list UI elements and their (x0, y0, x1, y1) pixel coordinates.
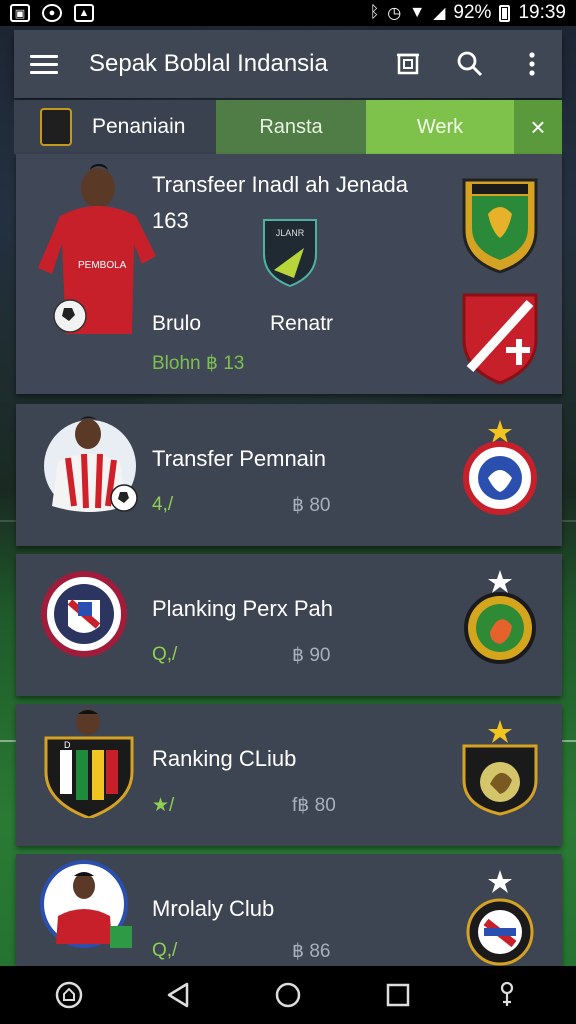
tab-home[interactable]: Penaniain (14, 100, 216, 154)
signal-icon: ◢ (433, 5, 446, 22)
tab-werk[interactable]: Werk (366, 100, 514, 154)
club-logo-icon: D (44, 709, 134, 818)
assistant-icon[interactable] (47, 973, 91, 1017)
media-icon: ● (42, 4, 62, 22)
alarm-icon: ◷ (387, 5, 402, 22)
league-logo-text: JLANR (276, 228, 305, 238)
notification-icon: ▣ (10, 4, 30, 22)
list-item[interactable]: Transfer Pemnain 4,/ ฿ 80 (16, 404, 562, 546)
club-badge-icon[interactable] (460, 716, 540, 816)
row-stat-right: ฿ 86 (292, 941, 331, 962)
list-item[interactable]: Planking Perx Pah Q,/ ฿ 90 (16, 554, 562, 696)
svg-text:D: D (64, 740, 71, 750)
row-stat-left: ★/ (152, 795, 175, 816)
gallery-icon: ▲ (74, 4, 94, 22)
row-stat-right: ฿ 90 (292, 645, 331, 666)
search-icon[interactable] (456, 50, 484, 78)
club-logo-icon (40, 108, 72, 146)
list-item[interactable]: D Ranking CLiub ★/ f฿ 80 (16, 704, 562, 846)
tab-ransta[interactable]: Ransta (216, 100, 366, 154)
league-logo-icon: JLANR (263, 219, 317, 288)
row-title: Mrolaly Club (152, 896, 275, 921)
row-stat-left: Q,/ (152, 644, 178, 665)
club-badge-icon[interactable] (460, 566, 540, 666)
featured-subtitle: 163 (152, 208, 189, 233)
close-icon[interactable]: × (514, 100, 562, 154)
row-title: Ranking CLiub (152, 746, 297, 771)
menu-icon[interactable] (30, 54, 58, 74)
home-icon[interactable] (266, 973, 310, 1017)
battery-percent: 92% (453, 2, 492, 23)
tab-home-label: Penaniain (92, 115, 186, 138)
svg-text:PEMBOLA: PEMBOLA (78, 260, 127, 271)
app-bar: Sepak Boblal Indansia (14, 30, 562, 98)
back-icon[interactable] (156, 973, 200, 1017)
accessibility-icon[interactable] (485, 973, 529, 1017)
player-avatar (44, 416, 138, 512)
row-stat-left: Q,/ (152, 940, 178, 961)
row-title: Transfer Pemnain (152, 446, 327, 471)
bluetooth-icon: ᛒ (369, 4, 380, 21)
clock: 19:39 (518, 2, 566, 23)
row-stat-left: 4,/ (152, 494, 174, 515)
battery-icon (499, 4, 511, 22)
wifi-icon: ▼ (409, 4, 426, 21)
system-nav-bar (0, 966, 576, 1024)
app-title: Sepak Boblal Indansia (89, 50, 328, 77)
overflow-icon[interactable] (518, 50, 546, 78)
club-logo-icon (41, 571, 127, 657)
featured-footer: Blohn ฿ 13 (152, 353, 245, 374)
player-avatar (40, 860, 132, 948)
featured-title: Transfeer Inadl ah Jenada (152, 172, 409, 197)
list-item[interactable]: Mrolaly Club Q,/ ฿ 86 (16, 854, 562, 966)
row-stat-right: ฿ 80 (292, 495, 331, 516)
featured-card[interactable]: PEMBOLA Transfeer Inadl ah Jenada 163 JL… (16, 154, 562, 394)
featured-left-label: Brulo (152, 312, 202, 335)
status-bar: ▣ ● ▲ ᛒ ◷ ▼ ◢ 92% 19:39 (0, 0, 576, 26)
club-badge-icon[interactable] (460, 416, 540, 516)
featured-right-label: Renatr (270, 312, 334, 335)
club-badge-icon[interactable] (460, 174, 540, 274)
row-title: Planking Perx Pah (152, 596, 333, 621)
club-badge-icon[interactable] (460, 866, 540, 966)
tab-row: Penaniain Ransta Werk × (14, 100, 562, 154)
recents-icon[interactable] (376, 973, 420, 1017)
club-badge-icon[interactable] (460, 289, 540, 389)
crop-icon[interactable] (394, 50, 422, 78)
row-stat-right: f฿ 80 (292, 795, 336, 816)
player-image: PEMBOLA (38, 164, 156, 334)
